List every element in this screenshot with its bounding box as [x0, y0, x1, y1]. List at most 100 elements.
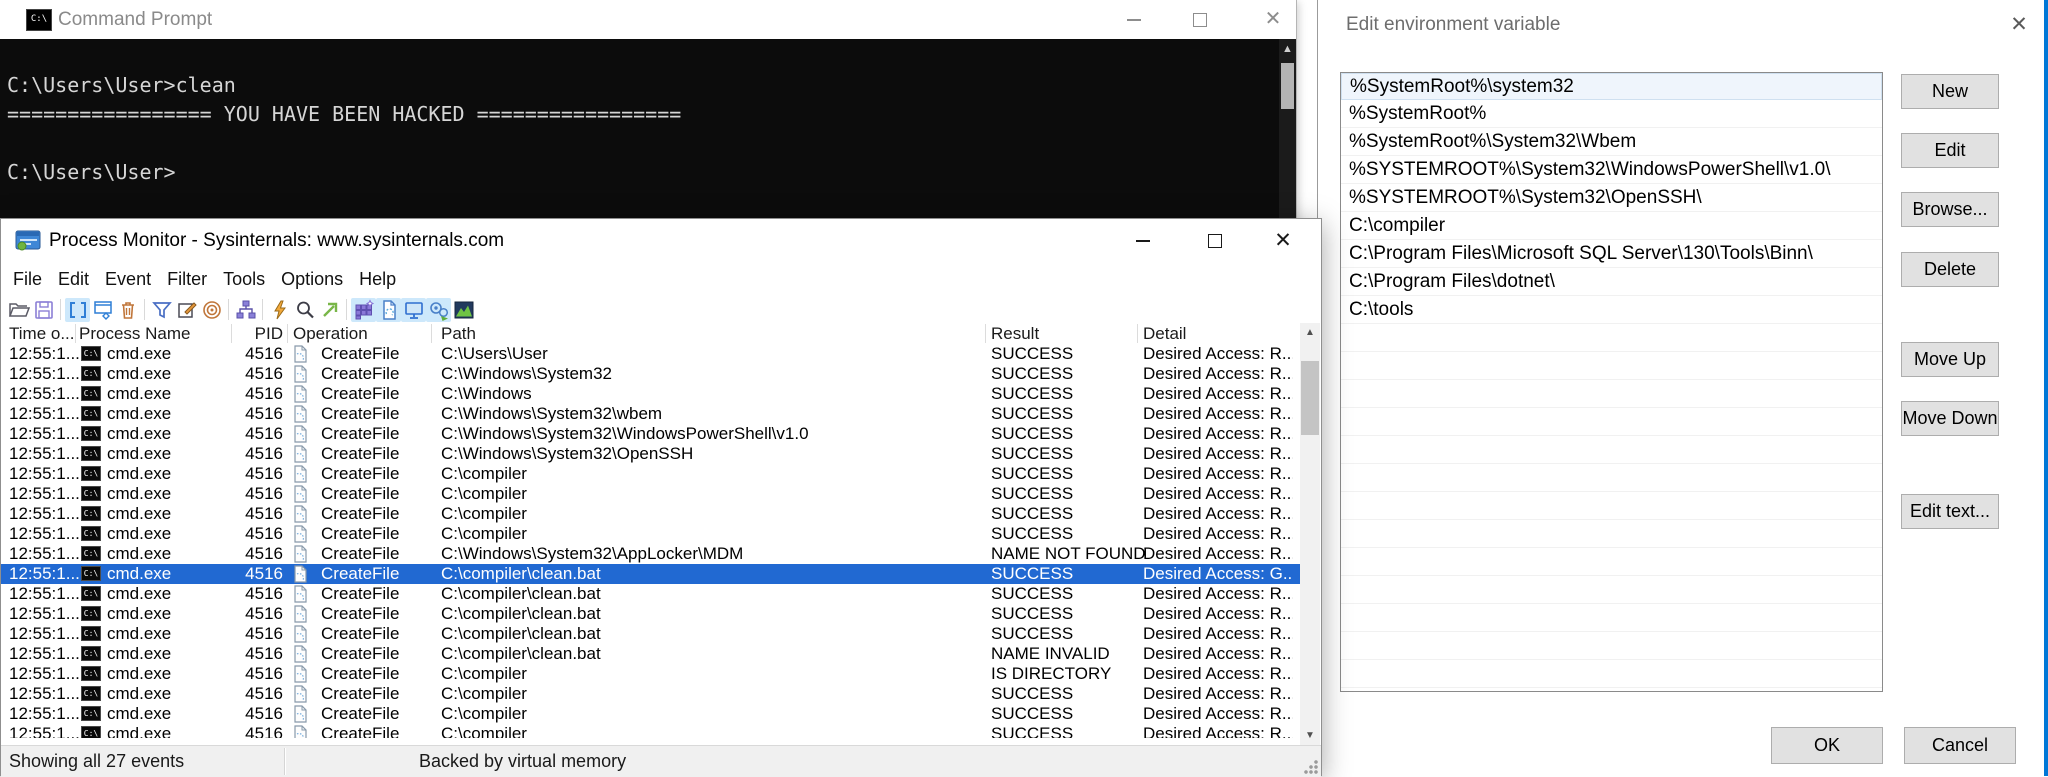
- env-path-item[interactable]: C:\Program Files\Microsoft SQL Server\13…: [1341, 240, 1882, 268]
- event-row[interactable]: 12:55:1... C:\ cmd.exe 4516 CreateFile C:\Win…: [1, 384, 1300, 404]
- profiling-icon[interactable]: [451, 298, 476, 322]
- open-icon[interactable]: [6, 298, 31, 322]
- menu-options[interactable]: Options: [273, 269, 351, 290]
- env-path-item[interactable]: %SYSTEMROOT%\System32\OpenSSH\: [1341, 184, 1882, 212]
- target-icon[interactable]: [199, 298, 224, 322]
- column-header-processname[interactable]: Process Name: [79, 323, 190, 344]
- move-down-button[interactable]: Move Down: [1901, 401, 1999, 436]
- env-path-empty-row[interactable]: [1341, 380, 1882, 408]
- column-header-detail[interactable]: Detail: [1143, 323, 1186, 344]
- env-path-empty-row[interactable]: [1341, 632, 1882, 660]
- console-scrollbar[interactable]: ▲: [1279, 39, 1296, 218]
- env-path-empty-row[interactable]: [1341, 548, 1882, 576]
- process-activity-icon[interactable]: [426, 297, 451, 322]
- event-row[interactable]: 12:55:1... C:\ cmd.exe 4516 CreateFile C:\Use…: [1, 344, 1300, 364]
- env-path-empty-row[interactable]: [1341, 576, 1882, 604]
- close-icon[interactable]: ✕: [1251, 0, 1295, 39]
- column-separator[interactable]: [985, 324, 986, 343]
- procmon-titlebar[interactable]: Process Monitor - Sysinternals: www.sysi…: [1, 219, 1321, 263]
- scroll-down-icon[interactable]: ▼: [1300, 726, 1320, 745]
- resize-grip-icon[interactable]: [1303, 759, 1318, 774]
- event-row[interactable]: 12:55:1... C:\ cmd.exe 4516 CreateFile C:\Win…: [1, 364, 1300, 384]
- clear-icon[interactable]: [115, 298, 140, 322]
- menu-file[interactable]: File: [5, 269, 50, 290]
- scroll-up-icon[interactable]: ▲: [1279, 43, 1296, 55]
- filter-icon[interactable]: [149, 298, 174, 322]
- registry-activity-icon[interactable]: [351, 297, 376, 322]
- env-path-empty-row[interactable]: [1341, 604, 1882, 632]
- column-separator[interactable]: [231, 324, 232, 343]
- column-separator[interactable]: [1137, 324, 1138, 343]
- edit-text-button[interactable]: Edit text...: [1901, 494, 1999, 529]
- column-header-result[interactable]: Result: [991, 323, 1039, 344]
- event-row[interactable]: 12:55:1... C:\ cmd.exe 4516 CreateFile C:\Win…: [1, 424, 1300, 444]
- env-path-empty-row[interactable]: [1341, 520, 1882, 548]
- environment-path-list[interactable]: %SystemRoot%\system32 %SystemRoot% %System…: [1340, 72, 1883, 692]
- event-row[interactable]: 12:55:1... C:\ cmd.exe 4516 CreateFile C:\com…: [1, 664, 1300, 684]
- file-activity-icon[interactable]: [376, 297, 401, 322]
- menu-filter[interactable]: Filter: [159, 269, 215, 290]
- event-row[interactable]: 12:55:1... C:\ cmd.exe 4516 CreateFile C:\com…: [1, 484, 1300, 504]
- cmd-titlebar[interactable]: C:\ Command Prompt ✕: [0, 0, 1296, 39]
- event-row[interactable]: 12:55:1... C:\ cmd.exe 4516 CreateFile C:\com…: [1, 644, 1300, 664]
- maximize-icon[interactable]: [1193, 219, 1237, 263]
- column-separator[interactable]: [75, 324, 76, 343]
- env-path-empty-row[interactable]: [1341, 408, 1882, 436]
- event-row[interactable]: 12:55:1... C:\ cmd.exe 4516 CreateFile C:\com…: [1, 564, 1300, 584]
- env-path-empty-row[interactable]: [1341, 492, 1882, 520]
- table-scrollbar[interactable]: ▲ ▼: [1300, 323, 1320, 745]
- close-icon[interactable]: ✕: [1261, 219, 1305, 263]
- env-path-item[interactable]: %SystemRoot%: [1341, 100, 1882, 128]
- column-header-timeo[interactable]: Time o...: [9, 323, 75, 344]
- env-path-item[interactable]: C:\compiler: [1341, 212, 1882, 240]
- edit-button[interactable]: Edit: [1901, 133, 1999, 168]
- new-button[interactable]: New: [1901, 74, 1999, 109]
- env-path-item[interactable]: %SystemRoot%\System32\Wbem: [1341, 128, 1882, 156]
- autoscroll-icon[interactable]: [90, 298, 115, 322]
- event-row[interactable]: 12:55:1... C:\ cmd.exe 4516 CreateFile C:\com…: [1, 624, 1300, 644]
- env-path-item[interactable]: C:\Program Files\dotnet\: [1341, 268, 1882, 296]
- menu-edit[interactable]: Edit: [50, 269, 97, 290]
- scroll-up-icon[interactable]: ▲: [1300, 323, 1320, 342]
- env-path-item[interactable]: %SystemRoot%\system32: [1341, 73, 1882, 100]
- env-path-empty-row[interactable]: [1341, 660, 1882, 688]
- minimize-icon[interactable]: [1112, 0, 1156, 39]
- table-scroll-thumb[interactable]: [1301, 361, 1319, 435]
- env-path-empty-row[interactable]: [1341, 324, 1882, 352]
- column-header-pid[interactable]: PID: [207, 323, 283, 344]
- column-header-operation[interactable]: Operation: [293, 323, 368, 344]
- env-path-item[interactable]: C:\tools: [1341, 296, 1882, 324]
- event-row[interactable]: 12:55:1... C:\ cmd.exe 4516 CreateFile C:\com…: [1, 704, 1300, 724]
- delete-button[interactable]: Delete: [1901, 252, 1999, 287]
- event-row[interactable]: 12:55:1... C:\ cmd.exe 4516 CreateFile C:\com…: [1, 584, 1300, 604]
- env-path-item[interactable]: %SYSTEMROOT%\System32\WindowsPowerShell\…: [1341, 156, 1882, 184]
- event-row[interactable]: 12:55:1... C:\ cmd.exe 4516 CreateFile C:\com…: [1, 684, 1300, 704]
- network-activity-icon[interactable]: [401, 297, 426, 322]
- menu-tools[interactable]: Tools: [215, 269, 273, 290]
- move-up-button[interactable]: Move Up: [1901, 342, 1999, 377]
- jump-icon[interactable]: [317, 298, 342, 322]
- highlight-icon[interactable]: [174, 298, 199, 322]
- event-row[interactable]: 12:55:1... C:\ cmd.exe 4516 CreateFile C:\Win…: [1, 404, 1300, 424]
- event-row[interactable]: 12:55:1... C:\ cmd.exe 4516 CreateFile C:\com…: [1, 504, 1300, 524]
- column-header-path[interactable]: Path: [441, 323, 476, 344]
- table-header-row[interactable]: Time o... Process Name PID Operation Path Res…: [1, 323, 1300, 345]
- browse-button[interactable]: Browse...: [1901, 192, 1999, 227]
- menu-help[interactable]: Help: [351, 269, 404, 290]
- event-row[interactable]: 12:55:1... C:\ cmd.exe 4516 CreateFile C:\com…: [1, 604, 1300, 624]
- env-path-empty-row[interactable]: [1341, 436, 1882, 464]
- ok-button[interactable]: OK: [1771, 727, 1883, 764]
- lightning-icon[interactable]: [267, 298, 292, 322]
- event-row[interactable]: 12:55:1... C:\ cmd.exe 4516 CreateFile C:\com…: [1, 724, 1300, 738]
- event-row[interactable]: 12:55:1... C:\ cmd.exe 4516 CreateFile C:\Win…: [1, 544, 1300, 564]
- find-icon[interactable]: [292, 298, 317, 322]
- minimize-icon[interactable]: [1121, 219, 1165, 263]
- process-tree-icon[interactable]: [233, 298, 258, 322]
- event-row[interactable]: 12:55:1... C:\ cmd.exe 4516 CreateFile C:\Win…: [1, 444, 1300, 464]
- env-path-empty-row[interactable]: [1341, 464, 1882, 492]
- maximize-icon[interactable]: [1178, 0, 1222, 39]
- capture-icon[interactable]: [65, 297, 90, 322]
- cancel-button[interactable]: Cancel: [1904, 727, 2016, 764]
- menu-event[interactable]: Event: [97, 269, 159, 290]
- column-separator[interactable]: [431, 324, 432, 343]
